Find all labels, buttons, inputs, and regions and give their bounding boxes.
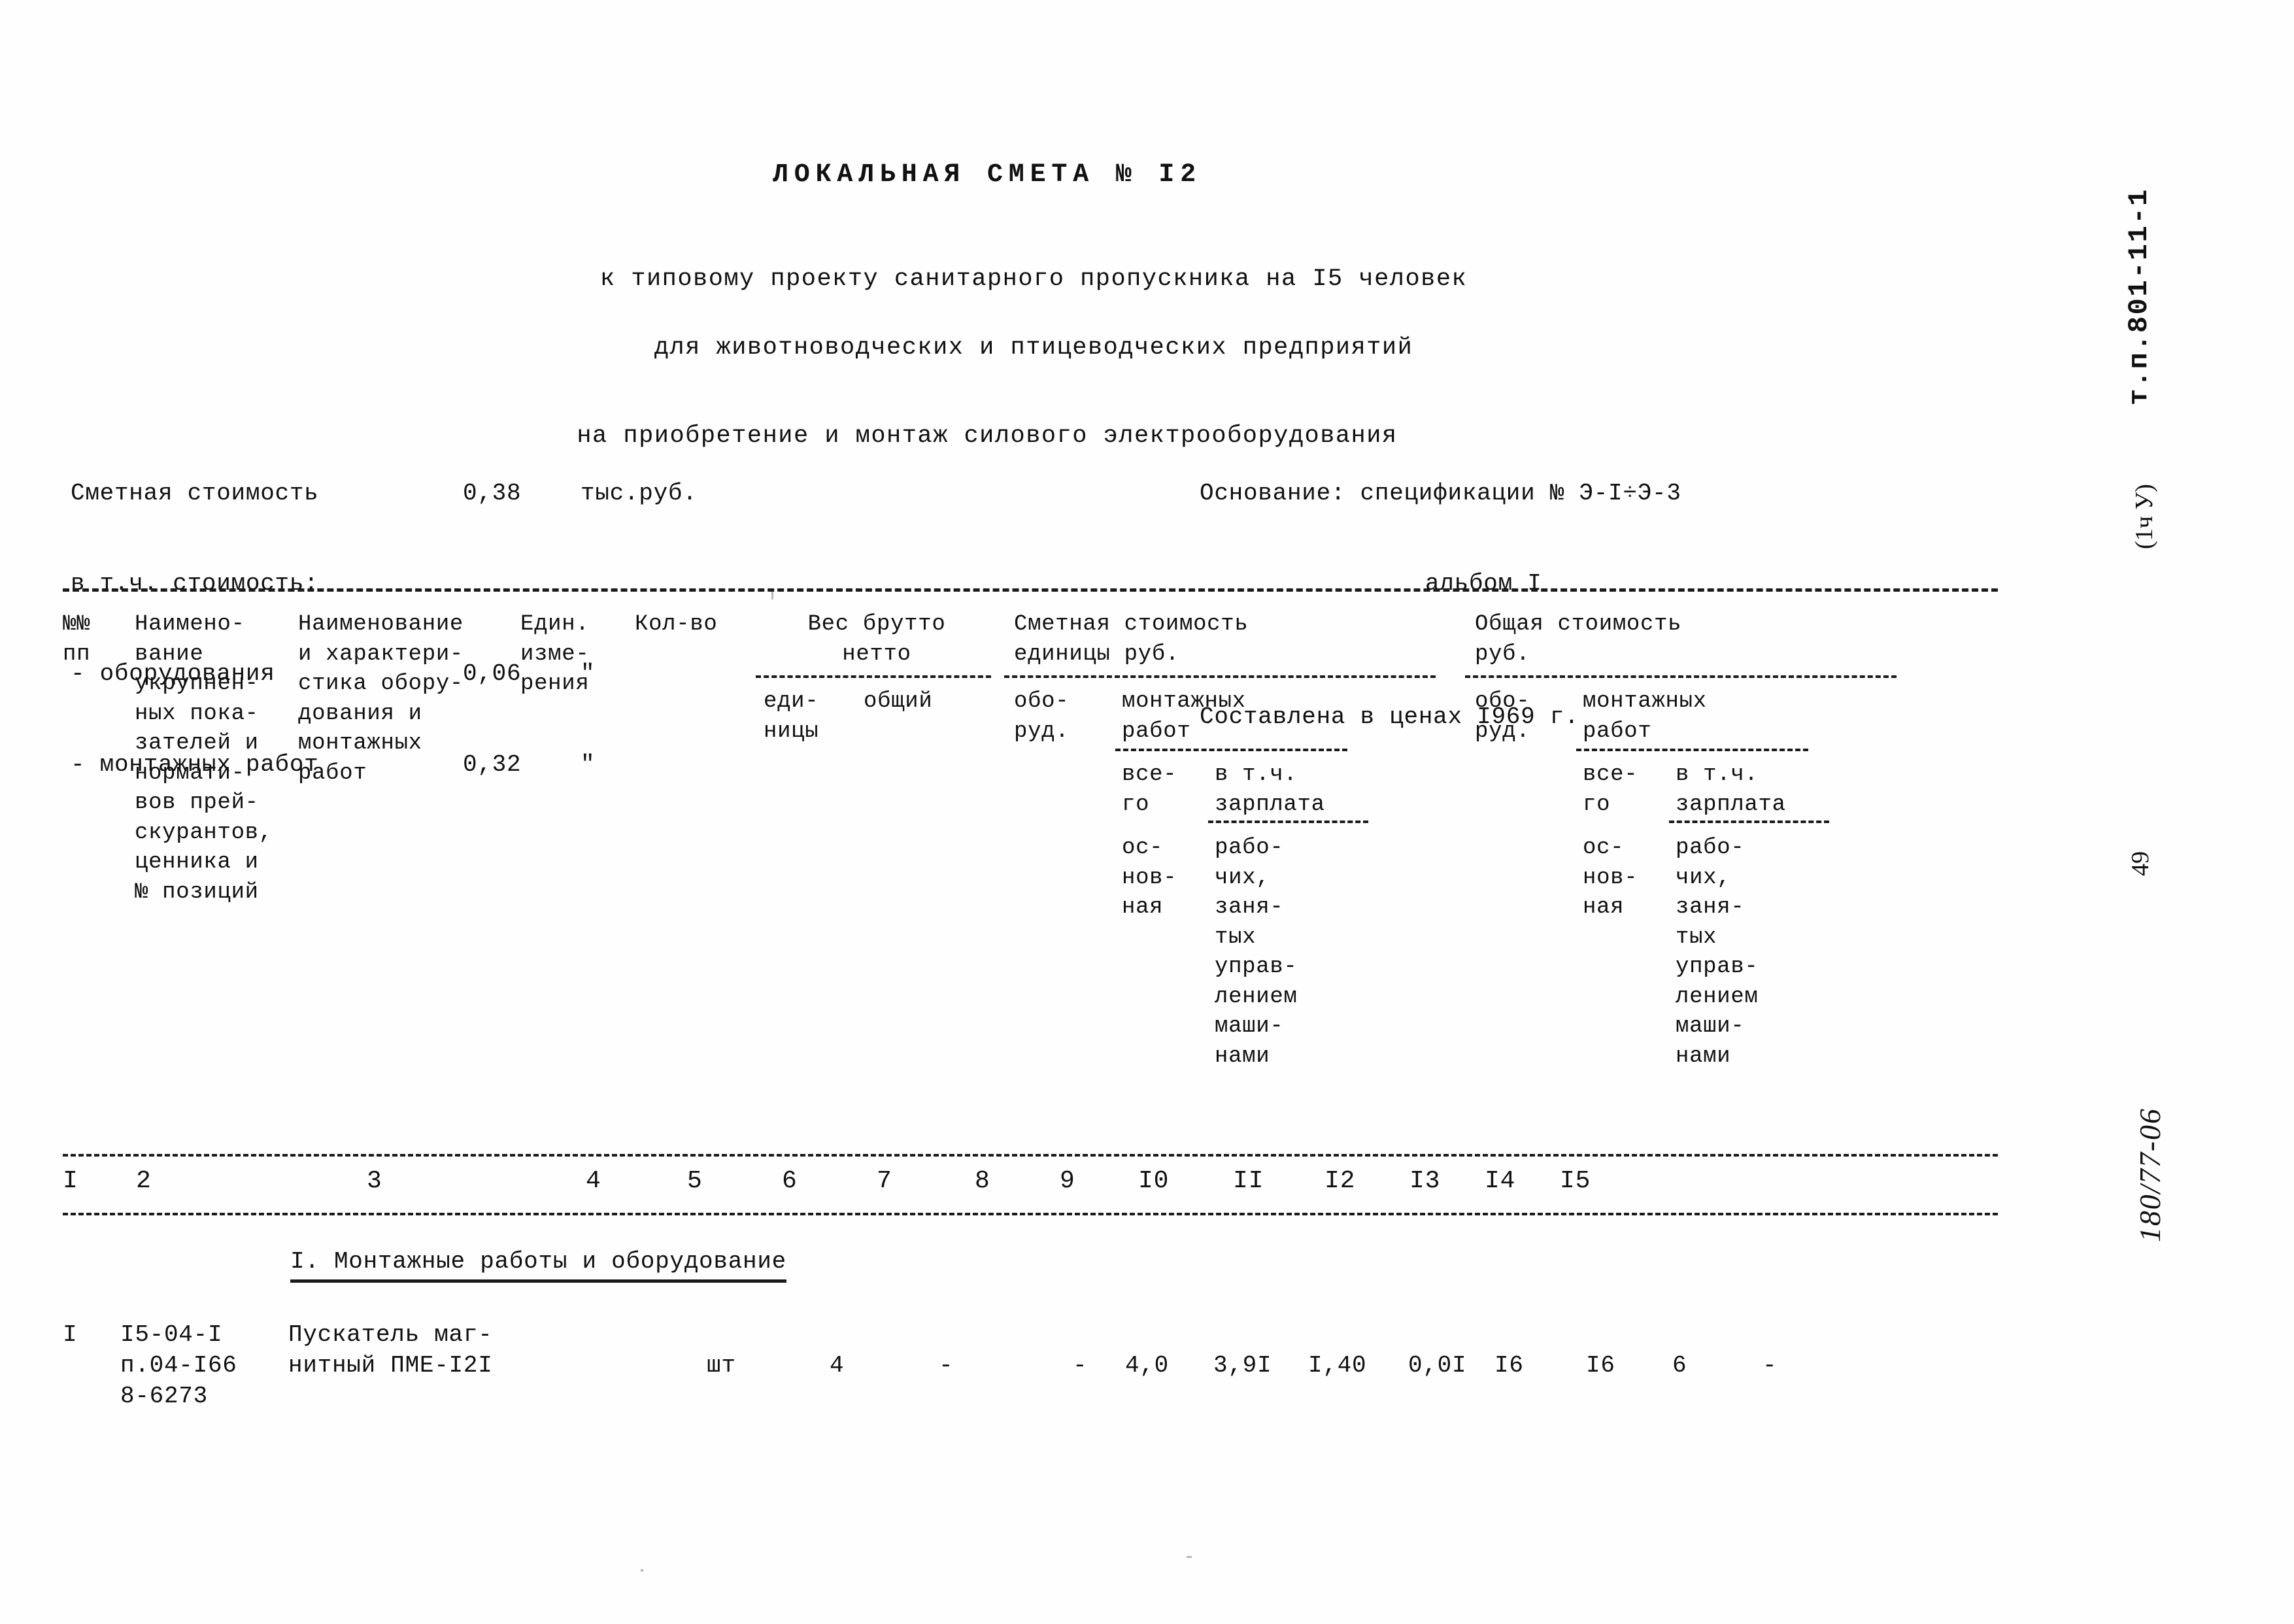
section-heading: I. Монтажные работы и оборудование	[290, 1247, 786, 1283]
th-col-15: рабо- чих, заня- тых управ- лением маши-…	[1676, 836, 1759, 1069]
document-page: ЛОКАЛЬНАЯ СМЕТА № I2 к типовому проекту …	[0, 0, 2294, 1624]
table-body: I. Монтажные работы и оборудование I I5-…	[63, 1215, 1998, 1412]
colnum-11: II	[1233, 1167, 1264, 1195]
colnum-10: I0	[1138, 1167, 1170, 1195]
rule-total-cost-group	[1465, 675, 1897, 678]
th-group-wages-total: в т.ч. зарплата	[1676, 762, 1786, 817]
summary-label: Сметная стоимость	[71, 480, 319, 507]
cell-col-5: 4	[830, 1352, 845, 1379]
colnum-12: I2	[1324, 1167, 1356, 1195]
colnum-6: 6	[782, 1167, 798, 1195]
th-col-7: общий	[864, 689, 933, 714]
th-col-1: №№ пп	[63, 612, 91, 667]
th-col-4: Един. изме- рения	[520, 612, 590, 697]
colnum-14: I4	[1485, 1167, 1516, 1195]
colnum-9: 9	[1060, 1167, 1075, 1195]
colnum-5: 5	[687, 1167, 703, 1195]
colnum-13: I3	[1409, 1167, 1441, 1195]
page-number: 49	[2127, 851, 2154, 876]
th-col-12: обо- руд.	[1475, 689, 1530, 744]
table-row: I I5-04-I п.04-I66 8-6273 Пускатель маг-…	[63, 1321, 1998, 1624]
project-code-stamp: т.п.801-11-1	[2123, 188, 2155, 405]
th-group-unit-cost: Сметная стоимость единицы руб.	[1014, 612, 1249, 667]
th-col-6: еди- ницы	[764, 689, 819, 744]
th-col-9: все- го	[1122, 762, 1177, 817]
th-col-14: ос- нов- ная	[1583, 836, 1638, 921]
table-header: №№ пп Наимено- вание укрупнен- ных пока-…	[63, 592, 1998, 1154]
rule-wages-total	[1669, 820, 1829, 823]
colnum-3: 3	[367, 1167, 382, 1195]
th-col-11: рабо- чих, заня- тых управ- лением маши-…	[1215, 836, 1298, 1069]
cell-col-3: Пускатель маг- нитный ПМЕ-I2I	[288, 1321, 493, 1379]
colnum-2: 2	[136, 1167, 152, 1195]
cell-col-7: -	[1073, 1352, 1088, 1379]
scan-speck	[1187, 1556, 1192, 1558]
th-col-13: все- го	[1583, 762, 1638, 817]
cell-col-6: -	[939, 1352, 954, 1379]
basis-line-1: Основание: спецификации № Э-I÷Э-3	[1200, 480, 1681, 507]
scan-speck	[771, 592, 773, 600]
scan-speck	[641, 1569, 643, 1572]
th-group-install-works-total: монтажных работ	[1583, 689, 1707, 744]
colnum-7: 7	[877, 1167, 892, 1195]
cell-col-14: 6	[1672, 1352, 1687, 1379]
summary-unit: тыс.руб.	[581, 480, 698, 507]
cell-col-8: 4,0	[1125, 1352, 1169, 1379]
colnum-4: 4	[586, 1167, 601, 1195]
cell-col-2: I5-04-I п.04-I66 8-6273	[120, 1321, 237, 1410]
th-col-5: Кол-во	[635, 612, 718, 637]
th-col-10: ос- нов- ная	[1122, 836, 1177, 921]
th-group-total-cost: Общая стоимость руб.	[1475, 612, 1682, 667]
subtitle-line-2: для животноводческих и птицеводческих пр…	[654, 333, 1413, 362]
cell-col-9: 3,9I	[1213, 1352, 1272, 1379]
th-group-weight: Вес брутто нетто	[807, 612, 946, 667]
archive-number: 180/77-06	[2133, 1108, 2167, 1242]
page-title: ЛОКАЛЬНАЯ СМЕТА № I2	[772, 160, 1202, 190]
th-group-wages: в т.ч. зарплата	[1215, 762, 1325, 817]
cell-col-10: I,40	[1308, 1352, 1367, 1379]
th-col-8: обо- руд.	[1014, 689, 1070, 744]
colnum-1: I	[63, 1167, 78, 1195]
cell-col-15: -	[1763, 1352, 1778, 1379]
rule-install-works-total	[1576, 749, 1808, 751]
cell-col-11: 0,0I	[1408, 1352, 1467, 1379]
estimate-table: №№ пп Наимено- вание укрупнен- ных пока-…	[63, 588, 1998, 1412]
column-number-row: I 2 3 4 5 6 7 8 9 I0 II I2 I3 I4 I5	[63, 1157, 1998, 1213]
rule-unit-cost-group	[1004, 675, 1436, 678]
colnum-15: I5	[1560, 1167, 1591, 1195]
th-col-3: Наименование и характери- стика обору- д…	[298, 612, 464, 786]
rule-install-works	[1115, 749, 1347, 751]
subtitle-line-1: к типовому проекту санитарного пропускни…	[599, 265, 1468, 293]
cell-col-4: шт	[707, 1352, 736, 1379]
rule-weight-group	[756, 675, 991, 678]
summary-row: Сметная стоимость 0,38 тыс.руб.	[71, 479, 698, 509]
colnum-8: 8	[975, 1167, 990, 1195]
cell-col-13: I6	[1586, 1352, 1615, 1379]
rule-wages	[1208, 820, 1368, 823]
project-part-stamp: (1ч У)	[2131, 484, 2158, 549]
th-col-2: Наимено- вание укрупнен- ных пока- зател…	[135, 612, 273, 905]
cell-col-12: I6	[1494, 1352, 1524, 1379]
cell-col-1: I	[63, 1321, 78, 1348]
summary-value: 0,38	[463, 480, 522, 507]
th-group-install-works: монтажных работ	[1122, 689, 1246, 744]
